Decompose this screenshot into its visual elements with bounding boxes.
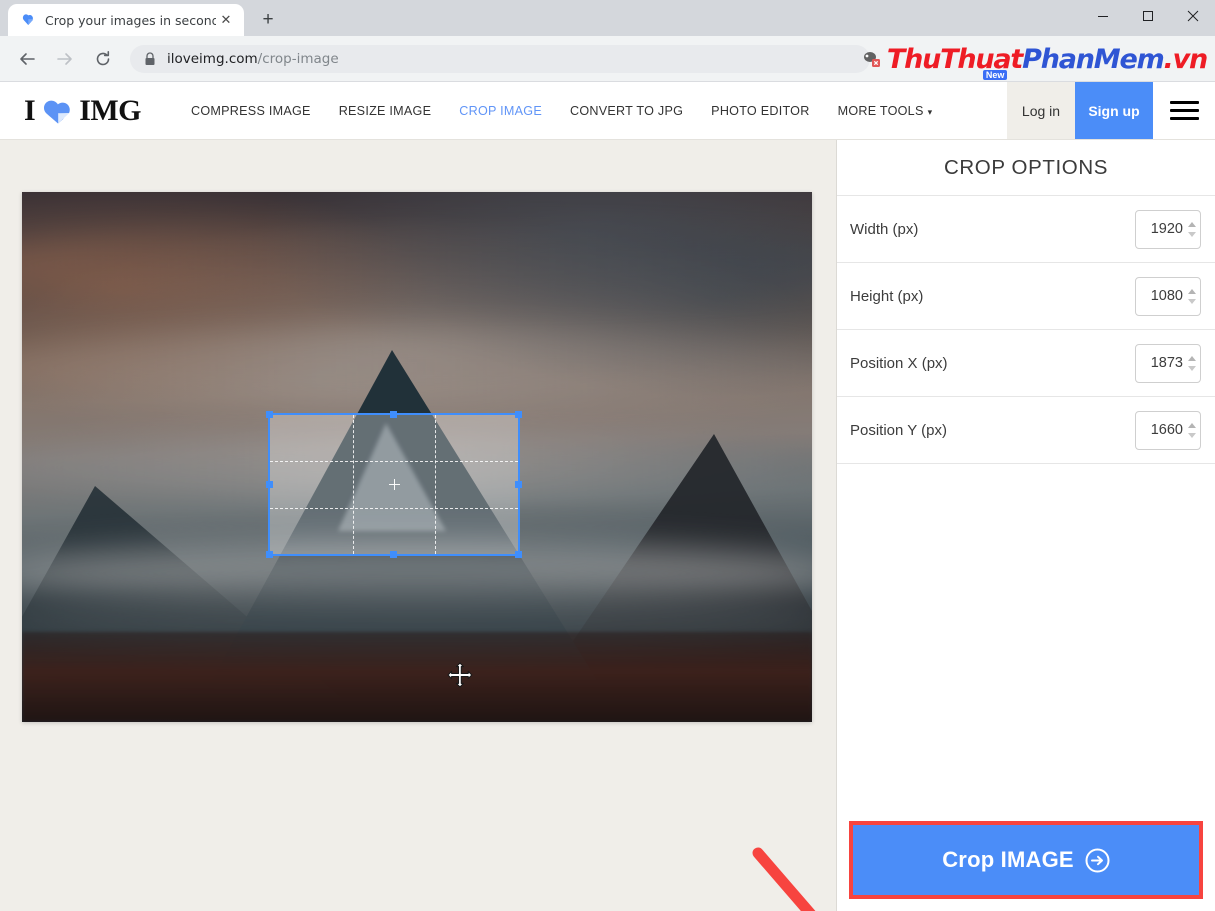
logo-text-right: IMG: [79, 93, 142, 127]
sidebar-spacer: [837, 463, 1215, 821]
crop-image-button-label: Crop IMAGE: [942, 847, 1074, 872]
minimize-icon[interactable]: [1080, 0, 1125, 32]
close-icon[interactable]: ✕: [216, 10, 236, 30]
crop-gridline-horizontal: [270, 507, 518, 509]
source-image[interactable]: [22, 192, 812, 722]
watermark-text: ThuThuatPhanMem.vn: [887, 43, 1209, 75]
crop-handle-middle-left[interactable]: [266, 480, 273, 488]
chevron-down-icon[interactable]: [1188, 365, 1196, 371]
watermark-part2: PhanMem: [1022, 43, 1165, 75]
login-button[interactable]: Log in: [1007, 82, 1075, 139]
height-input[interactable]: 1080: [1135, 276, 1201, 316]
position-y-input-value: 1660: [1150, 422, 1183, 438]
chevron-up-icon[interactable]: [1188, 221, 1196, 227]
height-input-value: 1080: [1150, 288, 1183, 304]
browser-titlebar: Crop your images in seconds for ✕ +: [0, 0, 1215, 36]
crop-handle-bottom-left[interactable]: [266, 551, 273, 558]
chevron-up-icon[interactable]: [1188, 355, 1196, 361]
move-cursor-icon: [447, 662, 473, 688]
position-y-stepper[interactable]: [1187, 422, 1200, 438]
nav-item-resize-image[interactable]: RESIZE IMAGE: [325, 104, 446, 118]
main-area: CROP OPTIONS Width (px) 1920 Height (px)…: [0, 140, 1215, 911]
reload-icon[interactable]: [88, 44, 118, 74]
crop-gridline-vertical: [435, 415, 437, 554]
watermark-part3: .vn: [1163, 43, 1209, 75]
signup-button[interactable]: Sign up: [1075, 82, 1153, 139]
crop-image-button[interactable]: Crop IMAGE: [849, 821, 1203, 899]
option-label-position-x: Position X (px): [850, 354, 948, 372]
lock-icon: [144, 51, 156, 66]
option-row-width: Width (px) 1920: [837, 195, 1215, 262]
back-icon[interactable]: [12, 44, 42, 74]
position-x-stepper[interactable]: [1187, 355, 1200, 371]
nav-item-photo-editor[interactable]: PHOTO EDITOR: [697, 104, 823, 118]
nav-item-compress-image[interactable]: COMPRESS IMAGE: [177, 104, 325, 118]
position-y-input[interactable]: 1660: [1135, 410, 1201, 450]
chevron-down-icon: ▾: [927, 106, 933, 117]
crop-center-marker: [388, 479, 400, 490]
width-input[interactable]: 1920: [1135, 209, 1201, 249]
site-logo[interactable]: I IMG: [0, 82, 142, 139]
site-header: I IMG COMPRESS IMAGE RESIZE IMAGE CROP I…: [0, 82, 1215, 140]
crop-handle-top-center[interactable]: [390, 411, 397, 418]
option-label-height: Height (px): [850, 287, 924, 305]
new-tab-button[interactable]: +: [254, 6, 282, 34]
address-bar[interactable]: iloveimg.com/crop-image: [130, 44, 870, 73]
nav-item-more-tools[interactable]: MORE TOOLS ▾: [824, 104, 947, 118]
option-row-position-x: Position X (px) 1873: [837, 329, 1215, 396]
chevron-up-icon[interactable]: [1188, 422, 1196, 428]
editor-canvas[interactable]: [0, 140, 837, 911]
option-row-position-y: Position Y (px) 1660: [837, 396, 1215, 463]
extension-icon: [861, 48, 883, 70]
page-title: CROP OPTIONS: [943, 155, 1108, 179]
nav-item-convert-to-jpg[interactable]: CONVERT TO JPG: [556, 104, 697, 118]
browser-tab[interactable]: Crop your images in seconds for ✕: [8, 4, 244, 36]
auth-actions: Log in Sign up: [1007, 82, 1215, 139]
crop-handle-bottom-right[interactable]: [515, 551, 522, 558]
crop-gridline-vertical: [352, 415, 354, 554]
window-controls: [1080, 0, 1215, 32]
watermark-badge: New: [982, 70, 1008, 80]
nav-item-crop-image[interactable]: CROP IMAGE: [445, 104, 556, 118]
forward-icon[interactable]: [50, 44, 80, 74]
width-stepper[interactable]: [1187, 221, 1200, 237]
logo-text-left: I: [24, 93, 36, 127]
crop-handle-top-left[interactable]: [266, 411, 273, 418]
option-label-position-y: Position Y (px): [850, 421, 947, 439]
red-arrow-icon: [748, 845, 836, 911]
chevron-down-icon[interactable]: [1188, 231, 1196, 237]
height-stepper[interactable]: [1187, 288, 1200, 304]
main-navigation: COMPRESS IMAGE RESIZE IMAGE CROP IMAGE C…: [177, 82, 1007, 139]
arrow-right-circle-icon: [1085, 848, 1110, 873]
cta-container: Crop IMAGE: [837, 821, 1215, 911]
heart-icon: [20, 12, 36, 28]
crop-handle-middle-right[interactable]: [515, 480, 522, 488]
chevron-down-icon[interactable]: [1188, 298, 1196, 304]
crop-handle-bottom-center[interactable]: [390, 551, 397, 558]
maximize-icon[interactable]: [1125, 0, 1170, 32]
url-path: /crop-image: [257, 50, 339, 67]
crop-gridline-horizontal: [270, 461, 518, 463]
browser-toolbar: iloveimg.com/crop-image ThuThuatPhanMem.…: [0, 36, 1215, 82]
width-input-value: 1920: [1150, 221, 1183, 237]
tab-title: Crop your images in seconds for: [45, 12, 216, 28]
crop-selection-box[interactable]: [266, 411, 522, 558]
chevron-down-icon[interactable]: [1188, 432, 1196, 438]
site-watermark: ThuThuatPhanMem.vn New: [861, 37, 1209, 81]
chevron-up-icon[interactable]: [1188, 288, 1196, 294]
close-window-icon[interactable]: [1170, 0, 1215, 32]
option-label-width: Width (px): [850, 220, 919, 238]
hamburger-icon[interactable]: [1153, 82, 1215, 139]
position-x-input-value: 1873: [1150, 355, 1183, 371]
crop-options-sidebar: CROP OPTIONS Width (px) 1920 Height (px)…: [837, 140, 1215, 911]
option-row-height: Height (px) 1080: [837, 262, 1215, 329]
crop-handle-top-right[interactable]: [515, 411, 522, 418]
heart-icon: [41, 97, 75, 125]
url-text: iloveimg.com/crop-image: [167, 51, 339, 67]
nav-item-more-tools-label: MORE TOOLS: [837, 103, 924, 118]
browser-window: Crop your images in seconds for ✕ +: [0, 0, 1215, 911]
position-x-input[interactable]: 1873: [1135, 343, 1201, 383]
url-domain: iloveimg.com: [167, 50, 258, 67]
